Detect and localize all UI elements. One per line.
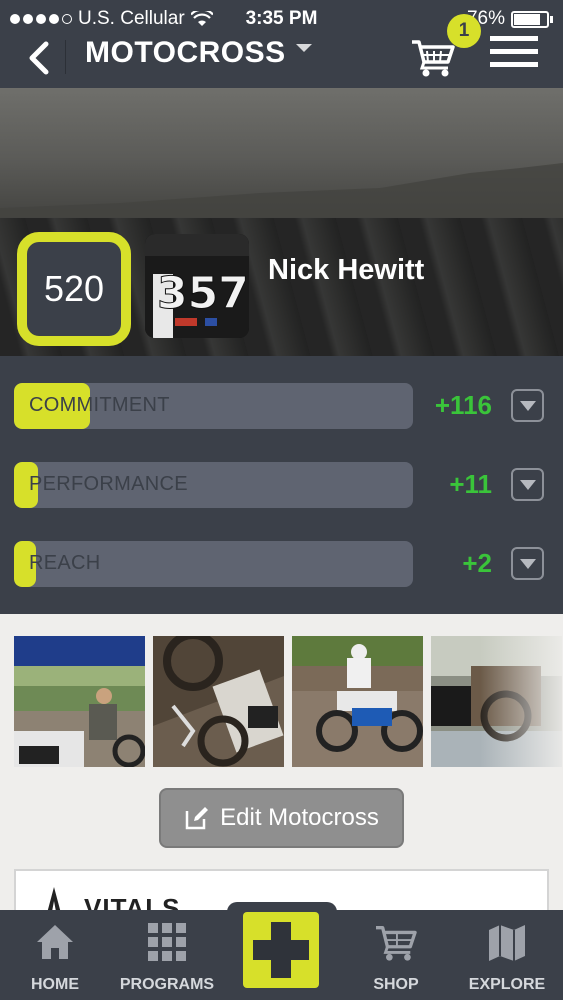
cart-icon bbox=[376, 926, 417, 961]
cart-icon[interactable] bbox=[410, 36, 456, 78]
expand-toggle-button[interactable] bbox=[511, 547, 544, 580]
page-title-dropdown[interactable]: MOTOCROSS bbox=[85, 36, 286, 70]
progress-bar: REACH bbox=[14, 541, 413, 587]
edit-pencil-icon bbox=[185, 807, 209, 830]
hero-banner: 520 357 Nick Hewitt bbox=[0, 88, 563, 356]
photo-image bbox=[153, 636, 284, 767]
edit-button-label: Edit Motocross bbox=[220, 804, 379, 831]
gallery-photo[interactable] bbox=[14, 636, 145, 767]
metric-label: PERFORMANCE bbox=[29, 473, 188, 495]
tab-explore-label: EXPLORE bbox=[468, 976, 546, 993]
photo-gallery: Edit Motocross VITALS bbox=[0, 614, 563, 929]
tab-home[interactable]: HOME bbox=[0, 918, 110, 998]
tab-shop[interactable]: SHOP bbox=[341, 918, 451, 998]
metric-label: REACH bbox=[29, 552, 101, 574]
grid-icon bbox=[148, 923, 186, 961]
expand-toggle-button[interactable] bbox=[511, 468, 544, 501]
metric-reach: REACH +2 bbox=[14, 541, 554, 587]
metric-performance: PERFORMANCE +11 bbox=[14, 462, 554, 508]
svg-text:357: 357 bbox=[157, 268, 249, 319]
expand-toggle-button[interactable] bbox=[511, 389, 544, 422]
metric-commitment: COMMITMENT +116 bbox=[14, 383, 554, 429]
metric-delta: +11 bbox=[449, 469, 492, 499]
metrics-panel: COMMITMENT +116 PERFORMANCE +11 REACH +2 bbox=[0, 356, 563, 614]
hero-dirt-ridge bbox=[0, 163, 563, 228]
gallery-photo[interactable] bbox=[153, 636, 284, 767]
player-name: Nick Hewitt bbox=[268, 254, 425, 286]
battery-tip bbox=[550, 15, 553, 23]
gallery-photo[interactable] bbox=[292, 636, 423, 767]
metric-delta: +2 bbox=[462, 548, 492, 578]
hamburger-menu-icon[interactable] bbox=[490, 36, 538, 76]
nav-divider bbox=[65, 40, 66, 74]
tab-home-label: HOME bbox=[31, 976, 79, 993]
chevron-down-icon[interactable] bbox=[296, 44, 312, 52]
metric-delta: +116 bbox=[434, 390, 492, 420]
home-icon bbox=[37, 925, 73, 959]
score-badge: 520 bbox=[17, 232, 131, 346]
edit-button[interactable]: Edit Motocross bbox=[159, 788, 404, 848]
photo-image bbox=[14, 636, 145, 767]
tab-explore[interactable]: EXPLORE bbox=[452, 918, 562, 998]
add-button[interactable] bbox=[243, 912, 319, 988]
gallery-scroll-fade bbox=[480, 636, 563, 767]
back-chevron-icon[interactable] bbox=[22, 38, 56, 82]
avatar[interactable]: 357 bbox=[145, 234, 249, 338]
battery-icon bbox=[511, 10, 549, 28]
photo-image bbox=[292, 636, 423, 767]
tab-programs[interactable]: PROGRAMS bbox=[112, 918, 222, 998]
metric-label: COMMITMENT bbox=[29, 394, 170, 416]
cart-count-badge: 1 bbox=[447, 14, 481, 48]
tab-programs-label: PROGRAMS bbox=[119, 976, 215, 993]
nav-bar: MOTOCROSS 1 bbox=[0, 14, 563, 88]
progress-bar: PERFORMANCE bbox=[14, 462, 413, 508]
progress-bar: COMMITMENT bbox=[14, 383, 413, 429]
avatar-image: 357 bbox=[145, 234, 249, 338]
map-icon bbox=[489, 925, 525, 961]
tab-shop-label: SHOP bbox=[373, 976, 419, 993]
